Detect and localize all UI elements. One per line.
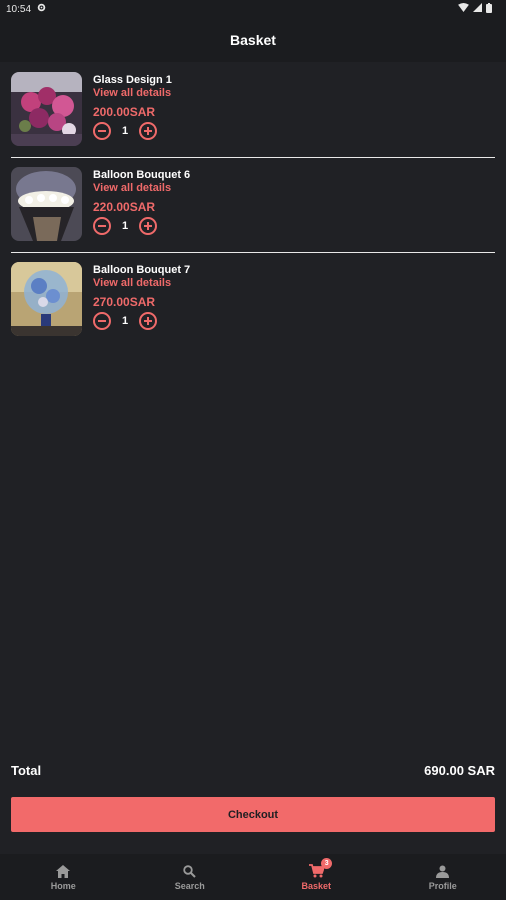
product-image[interactable] xyxy=(11,262,82,336)
minus-icon xyxy=(98,225,106,227)
product-price: 220.00SAR xyxy=(93,200,156,214)
nav-label: Basket xyxy=(301,881,332,891)
status-bar: 10:54 xyxy=(0,0,506,18)
status-time: 10:54 xyxy=(6,3,32,15)
quantity-stepper: 1 xyxy=(93,122,172,140)
quantity-stepper: 1 xyxy=(93,312,190,330)
total-label: Total xyxy=(11,763,42,778)
checkout-button[interactable]: Checkout xyxy=(11,797,495,832)
product-price: 270.00SAR xyxy=(93,295,156,309)
settings-icon xyxy=(37,3,46,15)
nav-label: Profile xyxy=(428,881,457,891)
quantity-value: 1 xyxy=(121,315,129,327)
decrease-button[interactable] xyxy=(93,122,111,140)
product-name: Glass Design 1 xyxy=(93,74,172,86)
basket-item: Balloon Bouquet 7 View all details 270.0… xyxy=(11,253,495,347)
view-details-link[interactable]: View all details xyxy=(93,87,172,100)
increase-button[interactable] xyxy=(139,312,157,330)
battery-icon xyxy=(486,2,492,16)
basket-item: Glass Design 1 View all details 200.00SA… xyxy=(11,62,495,158)
bottom-nav: Home Search 3 Basket Profile xyxy=(0,854,506,900)
app-bar: Basket xyxy=(0,18,506,62)
quantity-value: 1 xyxy=(121,125,129,137)
product-image[interactable] xyxy=(11,167,82,241)
basket-list: Glass Design 1 View all details 200.00SA… xyxy=(0,62,506,347)
basket-item: Balloon Bouquet 6 View all details 220.0… xyxy=(11,158,495,253)
nav-label: Home xyxy=(50,881,76,891)
minus-icon xyxy=(98,320,106,322)
minus-icon xyxy=(98,130,106,132)
view-details-link[interactable]: View all details xyxy=(93,182,190,195)
total-row: Total 690.00 SAR xyxy=(11,763,495,778)
nav-item-search[interactable]: Search xyxy=(130,863,250,891)
wifi-icon xyxy=(458,3,469,15)
nav-item-profile[interactable]: Profile xyxy=(383,863,503,891)
page-title: Basket xyxy=(230,32,276,48)
view-details-link[interactable]: View all details xyxy=(93,277,190,290)
signal-icon xyxy=(473,3,482,15)
cart-icon: 3 xyxy=(307,858,333,879)
profile-icon xyxy=(434,863,452,879)
increase-button[interactable] xyxy=(139,217,157,235)
product-name: Balloon Bouquet 6 xyxy=(93,169,191,181)
nav-item-home[interactable]: Home xyxy=(3,863,123,891)
home-icon xyxy=(54,863,72,879)
product-price: 200.00SAR xyxy=(93,105,156,119)
quantity-value: 1 xyxy=(121,220,129,232)
nav-item-basket[interactable]: 3 Basket xyxy=(256,858,376,891)
nav-label: Search xyxy=(174,881,205,891)
search-icon xyxy=(181,863,199,879)
decrease-button[interactable] xyxy=(93,217,111,235)
decrease-button[interactable] xyxy=(93,312,111,330)
product-name: Balloon Bouquet 7 xyxy=(93,264,191,276)
total-value: 690.00 SAR xyxy=(424,763,495,778)
product-image[interactable] xyxy=(11,72,82,146)
cart-badge: 3 xyxy=(321,858,333,869)
quantity-stepper: 1 xyxy=(93,217,190,235)
increase-button[interactable] xyxy=(139,122,157,140)
